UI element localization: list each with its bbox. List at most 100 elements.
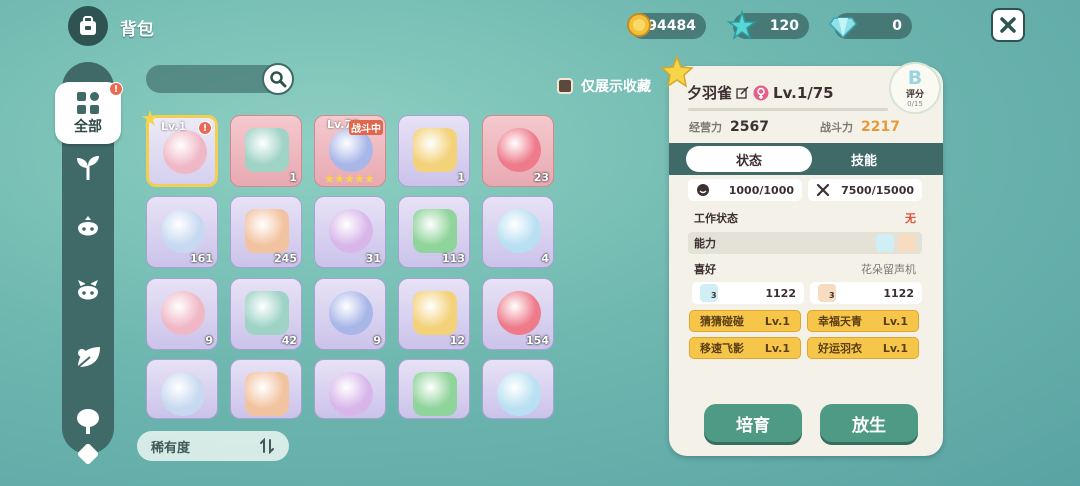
star-icon xyxy=(345,174,354,183)
fish-gold-icon xyxy=(413,372,457,416)
affinity-level: 3 xyxy=(829,291,835,300)
sidebar-item-pets[interactable] xyxy=(55,262,121,324)
fish-blue-icon xyxy=(497,372,541,416)
heart-icon xyxy=(497,128,541,172)
item-slot-ticket-pink-male[interactable]: 9 xyxy=(146,278,218,350)
green-gem-icon xyxy=(413,209,457,253)
paw-cookie-icon xyxy=(329,209,373,253)
gem-counter: 0 xyxy=(829,13,912,39)
item-count: 1 xyxy=(457,171,465,184)
leaf-icon xyxy=(75,347,100,370)
item-slot-net[interactable] xyxy=(146,359,218,419)
star-rating xyxy=(325,174,374,183)
sidebar-item-materials[interactable] xyxy=(55,326,121,388)
combat-value: 2217 xyxy=(861,119,900,135)
item-slot-green-gem[interactable]: 113 xyxy=(398,196,470,268)
item-slot-heart[interactable]: 23 xyxy=(482,115,554,187)
item-slot-ticket-ice[interactable]: 9 xyxy=(314,278,386,350)
favorites-only-toggle[interactable]: 仅展示收藏 xyxy=(557,76,651,96)
item-slot-fish-sturgeon[interactable] xyxy=(314,359,386,419)
sidebar-item-label: 全部 xyxy=(74,119,102,135)
item-slot-paw-cookie[interactable]: 31 xyxy=(314,196,386,268)
blackboard-icon xyxy=(245,128,289,172)
preference-row: 喜好 花朵留声机 xyxy=(688,258,922,280)
star-value: 120 xyxy=(769,18,799,34)
preference-value: 花朵留声机 xyxy=(861,263,916,276)
sidebar-item-plants[interactable] xyxy=(55,136,121,198)
food-icon xyxy=(697,184,709,196)
sidebar-item-all[interactable]: 全部 ! xyxy=(55,82,123,144)
edit-icon[interactable] xyxy=(736,86,749,99)
checkbox[interactable] xyxy=(557,78,573,94)
hunger-value: 1000/1000 xyxy=(728,183,794,197)
item-slot-ticket-purple-male[interactable]: 12 xyxy=(398,278,470,350)
water-icon[interactable] xyxy=(876,234,894,252)
affinity-value: 1122 xyxy=(883,286,914,300)
trait-chip[interactable]: 移速飞影 Lv.1 xyxy=(689,337,801,359)
star-icon xyxy=(365,174,374,183)
search-button[interactable] xyxy=(262,63,294,95)
item-slot-box[interactable]: 1 xyxy=(398,115,470,187)
tab-skills[interactable]: 技能 xyxy=(812,146,916,172)
ticket-cloud-icon xyxy=(497,209,541,253)
item-slot-ticket-yellow[interactable] xyxy=(230,359,302,419)
item-slot-blackboard[interactable]: 1 xyxy=(230,115,302,187)
item-slot-spray[interactable]: 245 xyxy=(230,196,302,268)
alert-badge: ! xyxy=(109,82,123,96)
affinity-hand: 3 1122 xyxy=(810,282,922,304)
star-icon xyxy=(325,174,334,183)
creature-name: 夕羽雀 xyxy=(687,84,733,102)
nurture-button[interactable]: 培育 xyxy=(704,404,802,442)
trait-chip[interactable]: 幸福天青 Lv.1 xyxy=(807,310,919,332)
item-count: 23 xyxy=(533,171,549,184)
item-slot-owl-creature[interactable]: Lv.1! xyxy=(146,115,218,187)
tools-icon xyxy=(816,183,830,197)
affinity-water: 3 1122 xyxy=(692,282,804,304)
tab-status[interactable]: 状态 xyxy=(686,146,812,172)
item-count: 1 xyxy=(289,171,297,184)
creature-level: Lv.1/75 xyxy=(773,83,834,102)
trait-chip[interactable]: 好运羽衣 Lv.1 xyxy=(807,337,919,359)
search-icon xyxy=(270,71,287,88)
item-slot-bottle[interactable]: 161 xyxy=(146,196,218,268)
item-slot-ticket-pudding[interactable]: 154 xyxy=(482,278,554,350)
trait-chip[interactable]: 猜猜碰碰 Lv.1 xyxy=(689,310,801,332)
item-slot-fish-blue[interactable] xyxy=(482,359,554,419)
ticket-pudding-icon xyxy=(497,291,541,335)
item-slot-battle-creature[interactable]: Lv.75 战斗中 xyxy=(314,115,386,187)
durability-value: 7500/15000 xyxy=(841,183,914,197)
female-icon xyxy=(753,85,769,100)
trait-name: 猜猜碰碰 xyxy=(700,315,744,328)
creature-icon xyxy=(78,279,98,300)
sidebar-item-creatures[interactable] xyxy=(55,198,121,260)
grade-score: 0/15 xyxy=(907,99,923,108)
tree-icon xyxy=(77,409,99,434)
affinity-value: 1122 xyxy=(765,286,796,300)
trait-name: 幸福天青 xyxy=(818,315,862,328)
sort-button[interactable]: 稀有度 xyxy=(137,431,289,461)
battle-status-tag: 战斗中 xyxy=(349,120,383,135)
affinity-level: 3 xyxy=(711,291,717,300)
favorites-only-label: 仅展示收藏 xyxy=(581,79,651,95)
close-button[interactable] xyxy=(991,8,1025,42)
alert-badge: ! xyxy=(198,121,212,135)
item-slot-fish-gold[interactable] xyxy=(398,359,470,419)
item-count: 31 xyxy=(365,252,381,265)
spray-icon xyxy=(245,209,289,253)
sprout-icon xyxy=(77,156,99,180)
trait-level: Lv.1 xyxy=(882,314,908,328)
creature-icon xyxy=(78,216,98,236)
star-icon xyxy=(335,174,344,183)
hand-icon[interactable] xyxy=(898,234,916,252)
management-label: 经营力 xyxy=(689,121,722,134)
grade-badge[interactable]: B 评分 0/15 xyxy=(889,62,941,114)
release-button[interactable]: 放生 xyxy=(820,404,918,442)
item-slot-ticket-cloud[interactable]: 4 xyxy=(482,196,554,268)
star-icon xyxy=(355,174,364,183)
item-count: 154 xyxy=(526,334,549,347)
ticket-ice-icon xyxy=(329,291,373,335)
grade-label: 评分 xyxy=(905,89,924,100)
trait-level: Lv.1 xyxy=(764,314,790,328)
item-slot-ticket-character[interactable]: 42 xyxy=(230,278,302,350)
ticket-purple-male-icon xyxy=(413,291,457,335)
